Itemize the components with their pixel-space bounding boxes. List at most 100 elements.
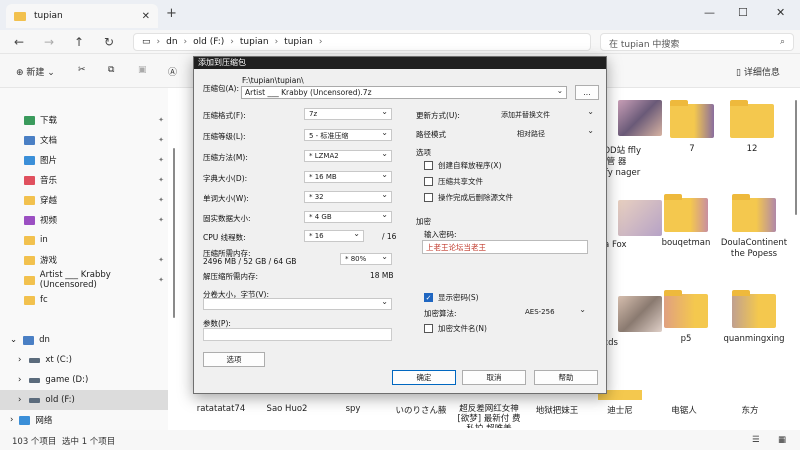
cpu-select[interactable]: * 16 [304, 229, 364, 242]
sidebar-item-drive-f[interactable]: › old (F:) [0, 390, 168, 410]
minimize-button[interactable]: — [704, 6, 715, 19]
cut-icon[interactable]: ✂ [78, 65, 86, 75]
enc-method-select[interactable]: AES-256 [520, 305, 590, 318]
file-item[interactable]: DoulaContinent the Popess [714, 194, 794, 260]
file-item[interactable]: spy [318, 404, 388, 414]
video-icon [24, 215, 35, 225]
shared-files-checkbox[interactable]: 压缩共享文件 [424, 176, 483, 187]
split-select[interactable] [203, 297, 392, 310]
encrypt-names-checkbox[interactable]: 加密文件名(N) [424, 323, 487, 334]
breadcrumb[interactable]: ▭ › dn › old (F:) › tupian › tupian › [133, 33, 591, 51]
status-bar: 103 个项目 选中 1 个项目 ☰ ▦ [0, 430, 800, 450]
close-tab-icon[interactable]: ✕ [142, 11, 150, 22]
enc-method-label: 加密算法: [424, 309, 457, 318]
breadcrumb-item[interactable]: tupian [284, 37, 313, 47]
file-item[interactable]: いのりさん腋 [386, 404, 456, 416]
new-button[interactable]: ⊕ 新建 ⌄ [16, 65, 55, 78]
copy-icon[interactable]: ⧉ [108, 65, 114, 75]
delete-after-checkbox[interactable]: 操作完成后删除源文件 [424, 192, 513, 203]
close-button[interactable]: ✕ [776, 6, 785, 19]
search-input[interactable]: 在 tupian 中搜索 ⌕ [600, 33, 794, 51]
sidebar-item-drive-c[interactable]: › xt (C:) [0, 350, 168, 370]
sidebar-item-artist[interactable]: Artist ___ Krabby (Uncensored) ✦ [0, 270, 168, 290]
dict-select[interactable]: * 16 MB [304, 170, 392, 183]
archive-name-input[interactable]: Artist ___ Krabby (Uncensored).7z ⌄ [241, 86, 567, 99]
folder-icon [670, 100, 714, 138]
browse-button[interactable]: ... [575, 85, 599, 100]
cancel-button[interactable]: 取消 [462, 370, 526, 385]
drive-icon [29, 397, 41, 403]
sidebar-item-documents[interactable]: 文档 ✦ [0, 130, 168, 150]
sidebar-item-dn[interactable]: ⌄ dn [0, 330, 168, 350]
sidebar-item-network[interactable]: › 网络 [0, 410, 168, 430]
file-item[interactable]: Sao Huo2 [252, 404, 322, 414]
format-select[interactable]: 7z [304, 107, 392, 120]
sidebar-item-games[interactable]: 游戏 ✦ [0, 250, 168, 270]
file-item[interactable]: ratatatat74 [186, 404, 256, 414]
rename-icon[interactable]: Ⓐ [168, 65, 177, 78]
sidebar-item-videos[interactable]: 视频 ✦ [0, 210, 168, 230]
refresh-icon[interactable]: ↻ [104, 35, 114, 49]
sfx-checkbox[interactable]: 创建自释放程序(X) [424, 160, 502, 171]
tiles-view-icon[interactable]: ▦ [778, 435, 786, 445]
item-count: 103 个项目 [12, 437, 57, 447]
back-arrow-icon[interactable]: ← [14, 35, 24, 49]
mem-percent-select[interactable]: * 80% [340, 252, 392, 265]
level-label: 压缩等级(L): [203, 132, 246, 141]
help-button[interactable]: 帮助 [534, 370, 598, 385]
file-item[interactable]: bouqetman [650, 194, 722, 248]
sidebar-item-downloads[interactable]: 下载 ✦ [0, 110, 168, 130]
file-scrollbar[interactable] [795, 100, 797, 215]
file-item[interactable]: 东方 [718, 404, 782, 416]
chevron-right-icon: › [18, 355, 22, 365]
file-item[interactable]: quanmingxing [714, 290, 794, 344]
breadcrumb-item[interactable]: dn [166, 37, 177, 47]
level-select[interactable]: 5 - 标准压缩 [304, 128, 392, 141]
pin-icon: ✦ [158, 196, 164, 204]
sidebar-item-fc[interactable]: fc [0, 290, 168, 310]
folder-icon [732, 290, 776, 328]
sidebar-item-music[interactable]: 音乐 ✦ [0, 170, 168, 190]
up-arrow-icon[interactable]: ↑ [74, 35, 84, 49]
sidebar-scrollbar[interactable] [172, 88, 176, 430]
maximize-button[interactable]: ☐ [738, 6, 748, 19]
folder-icon [732, 194, 776, 232]
sidebar-item-drive-d[interactable]: › game (D:) [0, 370, 168, 390]
file-item[interactable]: 12 [716, 100, 788, 154]
method-select[interactable]: * LZMA2 [304, 149, 392, 162]
chevron-right-icon: › [18, 395, 22, 405]
sidebar-item-chuanyue[interactable]: 穿越 ✦ [0, 190, 168, 210]
paste-icon[interactable]: ▣ [138, 65, 147, 75]
details-view-icon[interactable]: ☰ [752, 435, 760, 445]
file-item[interactable]: p5 [650, 290, 722, 344]
params-input[interactable] [203, 328, 392, 341]
update-select[interactable]: 添加并替换文件 [496, 107, 598, 120]
show-password-checkbox[interactable]: ✓ 显示密码(S) [424, 292, 479, 303]
breadcrumb-item[interactable]: old (F:) [193, 37, 224, 47]
pathmode-label: 路径模式 [416, 130, 446, 139]
sidebar-item-pictures[interactable]: 图片 ✦ [0, 150, 168, 170]
decomp-value: 18 MB [370, 271, 394, 280]
ok-button[interactable]: 确定 [392, 370, 456, 385]
password-input[interactable]: 上老王论坛当老王 [422, 240, 588, 254]
sidebar-item-in[interactable]: in [0, 230, 168, 250]
chevron-down-icon: ⌄ [556, 86, 563, 95]
address-bar: ← → ↑ ↻ ▭ › dn › old (F:) › tupian › tup… [0, 30, 800, 54]
new-tab-button[interactable]: + [166, 6, 177, 21]
pin-icon: ✦ [158, 276, 164, 284]
computer-icon: ▭ [142, 37, 151, 47]
word-select[interactable]: * 32 [304, 190, 392, 203]
file-item[interactable]: 电锯人 [652, 404, 716, 416]
archive-path: F:\tupian\tupian\ [242, 76, 304, 85]
file-item[interactable]: 地狱把妹王 [522, 404, 592, 416]
options-button[interactable]: 选项 [203, 352, 265, 367]
details-button[interactable]: ▯ 详细信息 [736, 65, 780, 78]
pathmode-select[interactable]: 相对路径 [512, 126, 598, 139]
file-item[interactable]: 超反差网红女神 [欲梦] 最新付 费私拍 超唯美 [454, 404, 524, 428]
music-icon [24, 175, 35, 185]
pin-icon: ✦ [158, 136, 164, 144]
tab-tupian[interactable]: tupian ✕ [6, 4, 158, 28]
breadcrumb-item[interactable]: tupian [240, 37, 269, 47]
forward-arrow-icon[interactable]: → [44, 35, 54, 49]
solid-select[interactable]: * 4 GB [304, 210, 392, 223]
